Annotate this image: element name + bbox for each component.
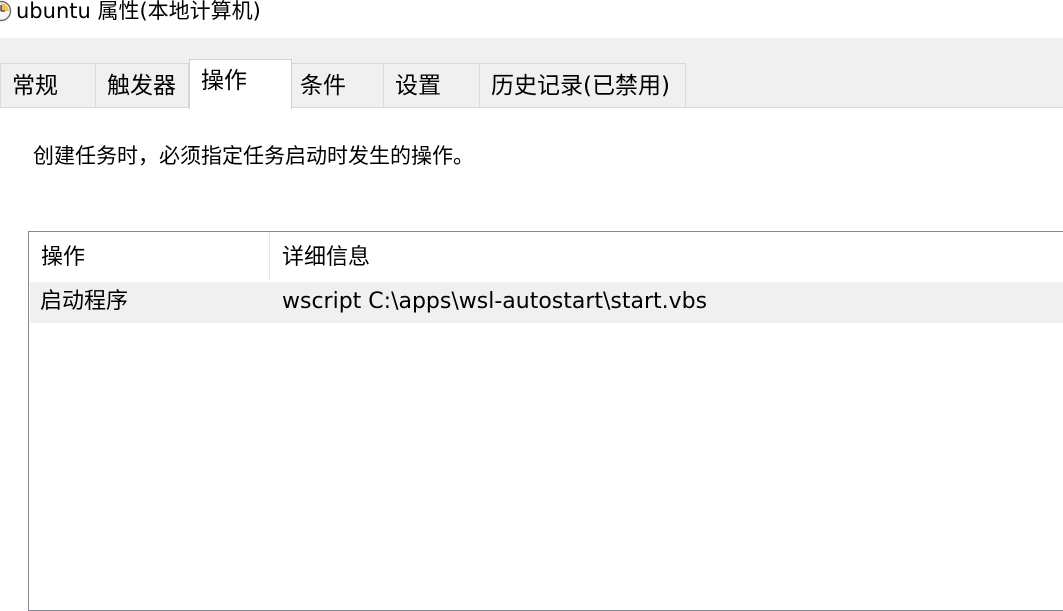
title-bar: ubuntu 属性(本地计算机) [0, 0, 1063, 38]
tab-actions[interactable]: 操作 [189, 59, 292, 109]
tab-general[interactable]: 常规 [0, 63, 96, 107]
list-header: 操作 详细信息 [29, 232, 1063, 280]
row-details-cell: wscript C:\apps\wsl-autostart\start.vbs [282, 289, 708, 314]
tab-triggers[interactable]: 触发器 [95, 63, 189, 107]
column-header-action[interactable]: 操作 [29, 232, 269, 280]
actions-description: 创建任务时，必须指定任务启动时发生的操作。 [33, 144, 474, 168]
table-row[interactable]: 启动程序 wscript C:\apps\wsl-autostart\start… [30, 282, 1063, 323]
clock-icon [0, 0, 12, 22]
window-title: ubuntu 属性(本地计算机) [16, 0, 261, 23]
column-header-details[interactable]: 详细信息 [270, 232, 1063, 280]
tab-history[interactable]: 历史记录(已禁用) [479, 63, 686, 107]
tab-settings[interactable]: 设置 [383, 63, 480, 107]
actions-list[interactable]: 操作 详细信息 启动程序 wscript C:\apps\wsl-autosta… [28, 231, 1063, 611]
row-action-cell: 启动程序 [40, 289, 129, 314]
tab-conditions[interactable]: 条件 [288, 63, 384, 107]
